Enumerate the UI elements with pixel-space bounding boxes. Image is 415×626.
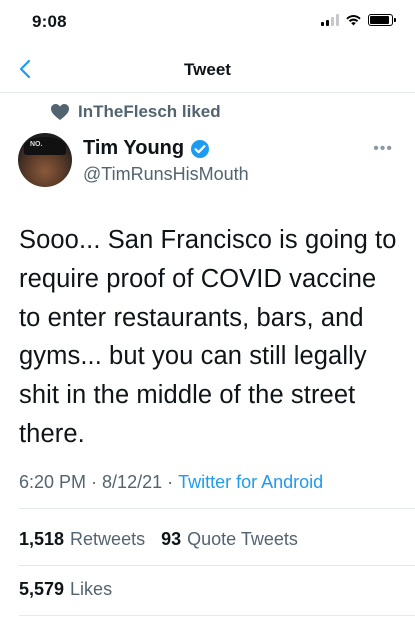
wifi-icon bbox=[346, 15, 361, 26]
tweet-text: Sooo... San Francisco is going to requir… bbox=[19, 226, 397, 448]
battery-icon bbox=[368, 14, 396, 26]
status-bar: 9:08 bbox=[0, 0, 415, 44]
likes-count: 5,579 bbox=[19, 579, 65, 599]
quote-tweets-stat[interactable]: 93 Quote Tweets bbox=[161, 529, 298, 550]
heart-icon bbox=[51, 104, 69, 120]
author-handle[interactable]: @TimRunsHisMouth bbox=[83, 164, 249, 185]
author-name-row[interactable]: Tim Young bbox=[83, 137, 210, 160]
retweets-stat[interactable]: 1,518 Retweets bbox=[19, 529, 145, 550]
author-name: Tim Young bbox=[83, 137, 185, 159]
status-icons bbox=[321, 14, 396, 26]
tweet-source-link[interactable]: Twitter for Android bbox=[178, 472, 323, 493]
retweets-count: 1,518 bbox=[19, 529, 65, 549]
social-context[interactable]: InTheFlesch liked bbox=[50, 102, 221, 122]
more-options-icon[interactable]: ••• bbox=[373, 140, 393, 158]
tweet-meta: 6:20 PM · 8/12/21 · Twitter for Android bbox=[19, 472, 323, 493]
divider bbox=[19, 615, 415, 616]
header-divider bbox=[0, 92, 415, 93]
divider bbox=[19, 508, 415, 509]
likes-stat[interactable]: 5,579 Likes bbox=[19, 579, 112, 600]
meta-separator: · bbox=[91, 472, 98, 492]
avatar[interactable]: NO. bbox=[18, 133, 72, 187]
likes-label: Likes bbox=[70, 579, 113, 599]
tweet-time: 6:20 PM bbox=[19, 472, 87, 492]
quote-tweets-count: 93 bbox=[161, 529, 182, 549]
engagement-stats: 1,518 Retweets 93 Quote Tweets bbox=[19, 529, 298, 550]
nav-header: Tweet bbox=[0, 50, 415, 90]
divider bbox=[19, 565, 415, 566]
retweets-label: Retweets bbox=[70, 529, 146, 549]
cellular-signal-icon bbox=[321, 14, 339, 26]
page-title: Tweet bbox=[184, 60, 231, 79]
status-time: 9:08 bbox=[32, 12, 67, 31]
meta-separator: · bbox=[167, 472, 174, 492]
tweet-date: 8/12/21 bbox=[102, 472, 163, 492]
social-context-label: InTheFlesch liked bbox=[78, 102, 221, 121]
quote-tweets-label: Quote Tweets bbox=[187, 529, 298, 549]
verified-badge-icon bbox=[191, 139, 210, 158]
